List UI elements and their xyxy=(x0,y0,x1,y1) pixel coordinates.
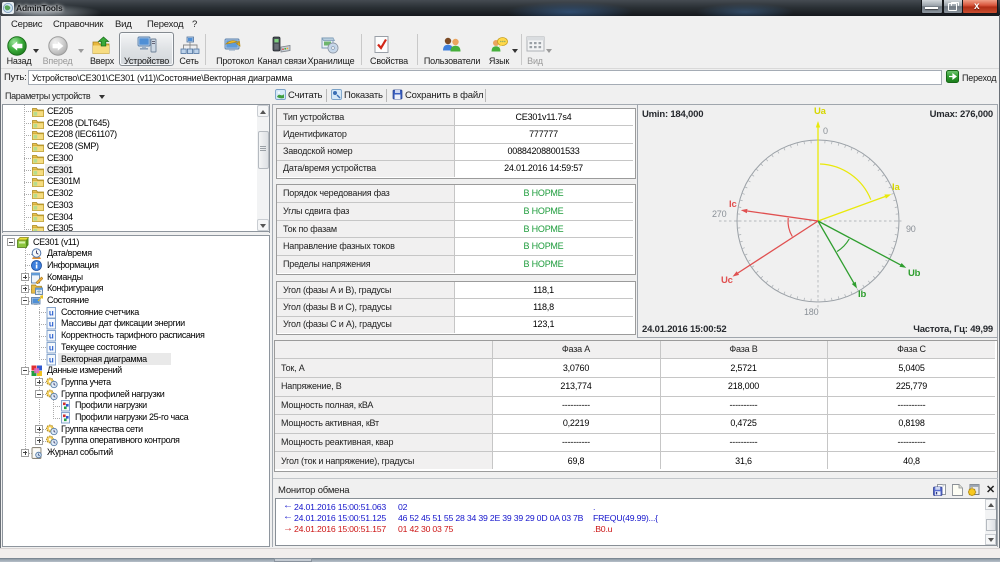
svg-text:Ia: Ia xyxy=(892,182,900,193)
svg-text:Ic: Ic xyxy=(729,199,737,210)
svg-text:u: u xyxy=(49,308,54,317)
svg-text:u: u xyxy=(49,332,54,341)
svg-text:0: 0 xyxy=(823,126,828,136)
svg-text:270: 270 xyxy=(712,209,727,219)
svg-text:u: u xyxy=(49,355,54,364)
svg-text:Ub: Ub xyxy=(908,268,921,279)
svg-text:Ib: Ib xyxy=(858,289,866,300)
svg-text:u: u xyxy=(49,343,54,352)
svg-text:u: u xyxy=(49,320,54,329)
svg-text:Ua: Ua xyxy=(814,106,827,117)
svg-text:Uc: Uc xyxy=(721,275,733,286)
svg-text:180: 180 xyxy=(804,307,819,317)
svg-text:90: 90 xyxy=(906,224,916,234)
